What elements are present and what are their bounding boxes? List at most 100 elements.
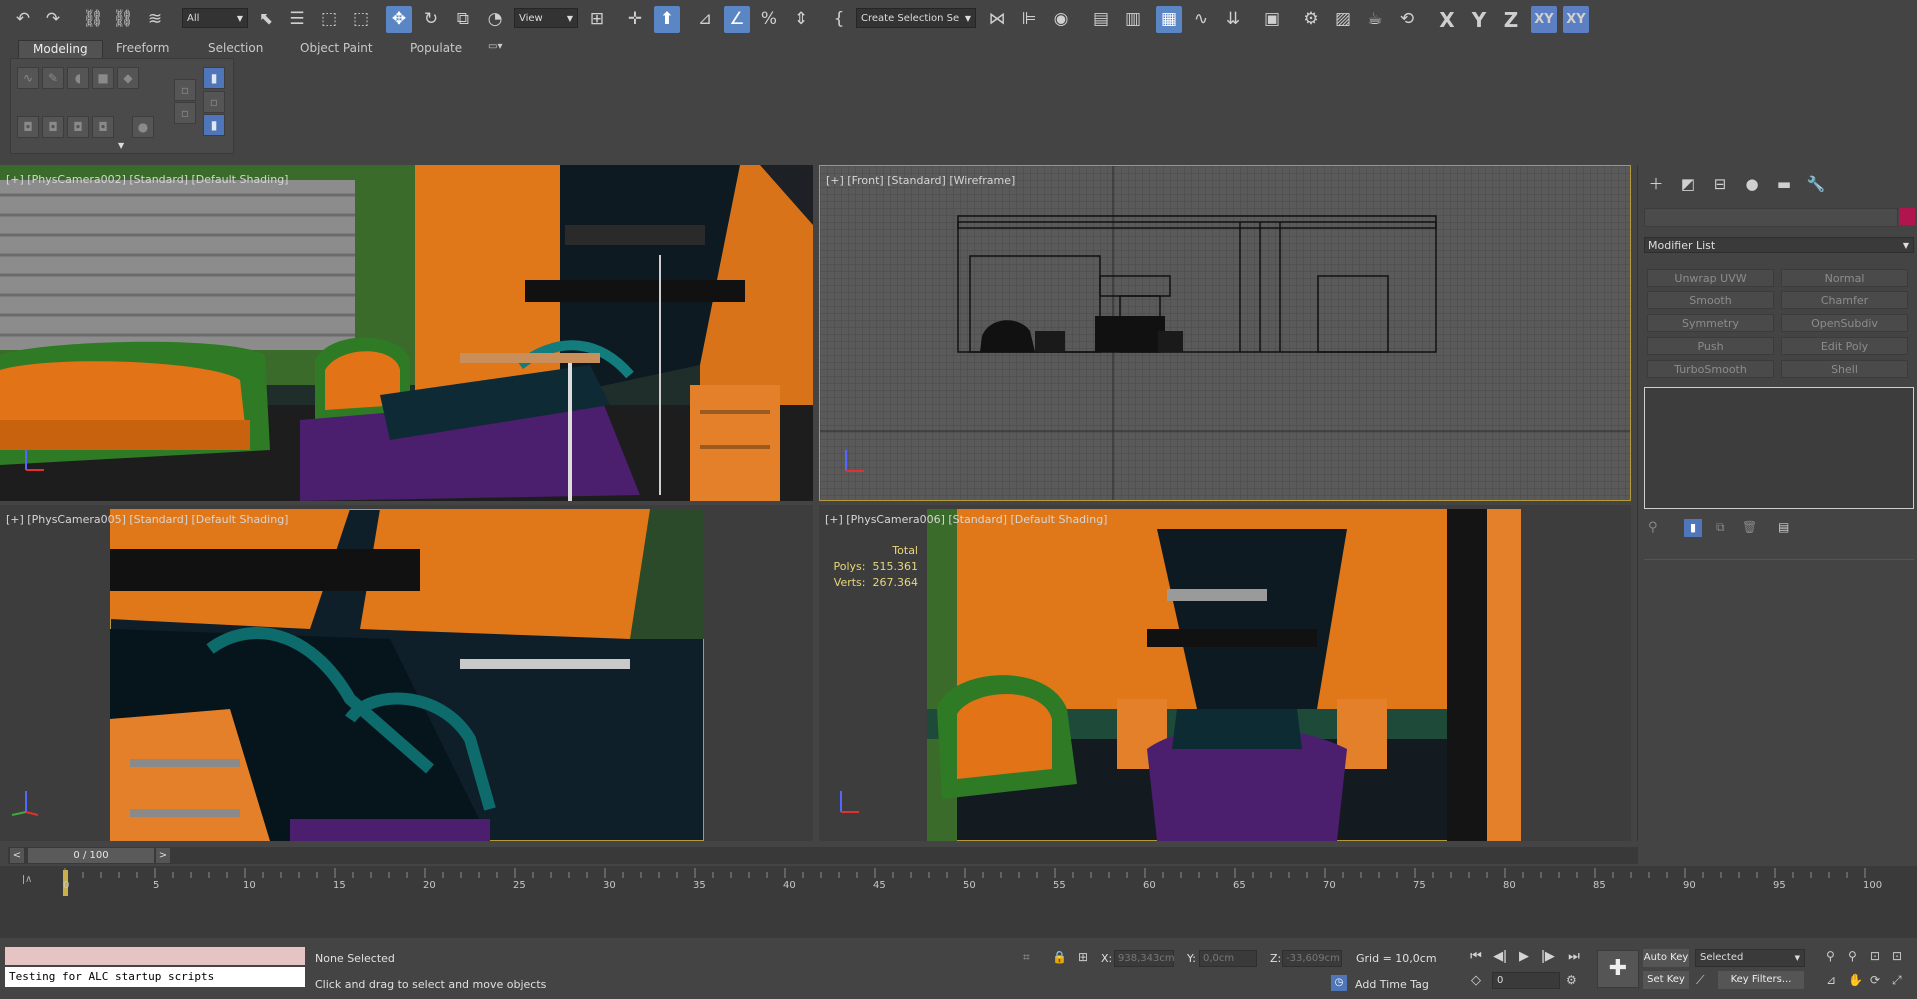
undo-icon[interactable]: ↶ <box>10 6 36 33</box>
redo-icon[interactable]: ↷ <box>40 6 66 33</box>
time-tag-icon[interactable]: ◷ <box>1331 975 1347 991</box>
layer-explorer-icon[interactable]: ▥ <box>1120 6 1146 33</box>
viewport-physcamera005[interactable]: [+] [PhysCamera005] [Standard] [Default … <box>0 505 813 841</box>
show-end-result-icon[interactable]: ▮ <box>1684 519 1702 537</box>
align-icon[interactable]: ⊫ <box>1016 6 1042 33</box>
reference-coordinate-dropdown[interactable]: View ▼ <box>514 8 578 28</box>
snaps-toggle-icon[interactable]: ⊿ <box>692 6 718 33</box>
percent-snap-icon[interactable]: % <box>756 6 782 33</box>
make-unique-icon[interactable]: ⧉ <box>1716 520 1725 535</box>
pan-view-icon[interactable]: ✋ <box>1848 973 1863 987</box>
modify-tab-icon[interactable]: ◩ <box>1676 173 1700 195</box>
pin-stack-icon[interactable]: ⚲ <box>1648 520 1658 535</box>
bind-spacewarp-icon[interactable]: ≋ <box>142 6 168 33</box>
tab-selection[interactable]: Selection <box>194 40 277 57</box>
ribbon-tool-icon-c[interactable]: ▮ <box>203 67 225 89</box>
select-and-scale-icon[interactable]: ⧉ <box>450 6 476 33</box>
frame-counter[interactable]: 0 / 100 <box>28 848 154 863</box>
ribbon-options-icon[interactable]: ▭▾ <box>488 41 502 52</box>
axis-y-button[interactable]: Y <box>1466 6 1492 33</box>
mirror-icon[interactable]: ⋈ <box>984 6 1010 33</box>
utilities-tab-icon[interactable]: 🔧 <box>1804 173 1828 195</box>
select-and-move-icon[interactable]: ✥ <box>386 6 412 33</box>
maxscript-listener-output[interactable] <box>5 947 305 965</box>
select-and-place-icon[interactable]: ◔ <box>482 6 508 33</box>
key-filters-button[interactable]: Key Filters... <box>1718 971 1804 989</box>
element-mode-icon[interactable]: ◆ <box>117 67 139 89</box>
shape-icon[interactable]: ◖ <box>67 67 89 89</box>
time-slider-prev-button[interactable]: < <box>10 848 24 863</box>
time-configuration-icon[interactable]: ⚙ <box>1566 973 1577 987</box>
go-to-start-icon[interactable]: ⏮ <box>1466 948 1486 966</box>
time-slider-next-button[interactable]: > <box>156 848 170 863</box>
y-coord-field[interactable]: 0,0cm <box>1199 950 1257 967</box>
viewport-physcamera006[interactable]: [+] [PhysCamera006] [Standard] [Default … <box>819 505 1631 841</box>
trackbar-settings-icon[interactable]: ǀ∧ <box>22 874 32 885</box>
display-tab-icon[interactable]: ▬ <box>1772 173 1796 195</box>
isolate-selection-icon[interactable]: ⌗ <box>1023 950 1030 965</box>
edit-named-selection-icon[interactable]: { <box>826 6 852 33</box>
ribbon-tool-icon-d[interactable]: ▫ <box>203 91 225 113</box>
add-time-tag-button[interactable]: Add Time Tag <box>1355 978 1429 991</box>
paint-icon[interactable]: ✎ <box>42 67 64 89</box>
modify-icon-5[interactable]: ● <box>132 116 154 138</box>
tab-object-paint[interactable]: Object Paint <box>286 40 387 57</box>
viewport-label[interactable]: [+] [PhysCamera002] [Standard] [Default … <box>6 173 288 186</box>
previous-frame-icon[interactable]: ◀ǀ <box>1490 948 1510 966</box>
current-frame-field[interactable]: 0 <box>1492 972 1560 989</box>
viewport-physcamera002[interactable]: [+] [PhysCamera002] [Standard] [Default … <box>0 165 813 501</box>
maxscript-listener-input[interactable]: Testing for ALC startup scripts <box>5 967 305 987</box>
object-name-field[interactable] <box>1644 208 1898 227</box>
modify-icon-1[interactable]: ◘ <box>17 116 39 138</box>
axis-x-button[interactable]: X <box>1434 6 1460 33</box>
ribbon-tool-icon-e[interactable]: ▮ <box>203 114 225 136</box>
go-to-end-icon[interactable]: ⏭ <box>1564 948 1584 966</box>
select-manipulate-icon[interactable]: ✛ <box>622 6 648 33</box>
quick-render-icon[interactable]: ◉ <box>1048 6 1074 33</box>
polygon-mode-icon[interactable]: ■ <box>92 67 114 89</box>
create-tab-icon[interactable]: ＋ <box>1644 173 1668 195</box>
modifier-button-turbosmooth[interactable]: TurboSmooth <box>1647 360 1774 378</box>
field-of-view-icon[interactable]: ⊿ <box>1826 973 1836 987</box>
tab-modeling[interactable]: Modeling <box>18 40 103 58</box>
maximize-viewport-icon[interactable]: ⤢ <box>1892 973 1902 988</box>
modify-icon-2[interactable]: ◘ <box>42 116 64 138</box>
modifier-button-edit-poly[interactable]: Edit Poly <box>1781 337 1908 355</box>
ribbon-tool-icon-a[interactable]: ▫ <box>174 79 196 101</box>
key-tangent-icon[interactable]: ⟋ <box>1696 973 1704 988</box>
modifier-button-symmetry[interactable]: Symmetry <box>1647 314 1774 332</box>
motion-tab-icon[interactable]: ● <box>1740 173 1764 195</box>
modifier-button-smooth[interactable]: Smooth <box>1647 291 1774 309</box>
play-icon[interactable]: ▶ <box>1514 948 1534 966</box>
trackbar[interactable]: ǀ∧ 0 5 10 15 20 25 30 35 40 45 50 55 60 65 70 75 80 85 90 9… <box>0 866 1917 938</box>
schematic-view-icon[interactable]: ⇊ <box>1220 6 1246 33</box>
modifier-button-chamfer[interactable]: Chamfer <box>1781 291 1908 309</box>
configure-modifier-sets-icon[interactable]: ▤ <box>1778 520 1789 534</box>
ribbon-tool-icon-b[interactable]: ▫ <box>174 102 196 124</box>
key-mode-dropdown[interactable]: Selected ▼ <box>1695 949 1805 967</box>
curve-editor-icon[interactable]: ∿ <box>1188 6 1214 33</box>
viewport-label[interactable]: [+] [PhysCamera005] [Standard] [Default … <box>6 513 288 526</box>
render-iterative-icon[interactable]: ⟲ <box>1394 6 1420 33</box>
set-key-large-icon[interactable]: ✚ <box>1597 950 1639 988</box>
axis-xy-cycle-button[interactable]: XY <box>1563 6 1589 33</box>
material-editor-icon[interactable]: ▣ <box>1259 6 1285 33</box>
orbit-icon[interactable]: ⟳ <box>1870 973 1880 987</box>
modifier-button-opensubdiv[interactable]: OpenSubdiv <box>1781 314 1908 332</box>
unlink-icon[interactable]: ⛓ <box>110 6 136 33</box>
object-color-swatch[interactable] <box>1899 208 1915 225</box>
select-object-icon[interactable]: ⬉ <box>253 6 279 33</box>
selection-filter-dropdown[interactable]: All ▼ <box>182 8 248 28</box>
zoom-extents-all-icon[interactable]: ⊡ <box>1892 949 1902 963</box>
select-and-rotate-icon[interactable]: ↻ <box>418 6 444 33</box>
pivot-center-icon[interactable]: ⊞ <box>584 6 610 33</box>
time-slider[interactable]: < 0 / 100 > <box>8 847 1638 864</box>
auto-key-button[interactable]: Auto Key <box>1643 949 1689 967</box>
modifier-list-dropdown[interactable]: Modifier List ▼ <box>1644 237 1914 253</box>
remove-modifier-icon[interactable]: 🗑 <box>1742 520 1757 534</box>
selection-lock-icon[interactable]: 🔒 <box>1052 950 1067 964</box>
scene-explorer-icon[interactable]: ▤ <box>1088 6 1114 33</box>
set-key-button[interactable]: Set Key <box>1643 971 1689 989</box>
modifier-button-shell[interactable]: Shell <box>1781 360 1908 378</box>
render-setup-icon[interactable]: ⚙ <box>1298 6 1324 33</box>
